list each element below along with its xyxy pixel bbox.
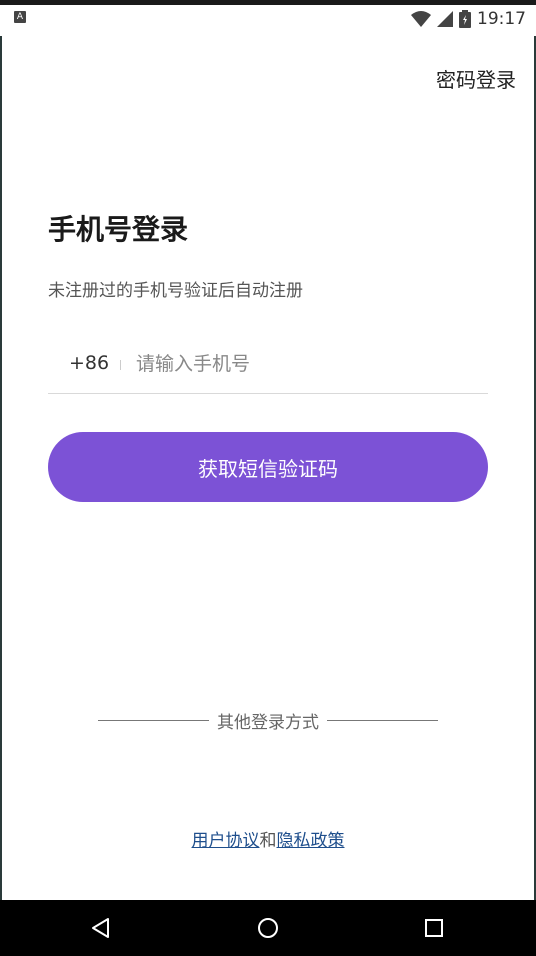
signal-icon [437, 11, 453, 27]
divider-line-right [327, 719, 438, 721]
phone-input[interactable] [136, 346, 476, 382]
recents-icon[interactable] [418, 912, 450, 944]
status-time: 19:17 [477, 9, 526, 29]
page-subtitle: 未注册过的手机号验证后自动注册 [48, 281, 303, 301]
status-bar: A 19:17 [0, 0, 536, 36]
other-login-divider: 其他登录方式 [98, 708, 438, 733]
other-login-label: 其他登录方式 [217, 712, 319, 733]
navigation-bar [0, 900, 536, 956]
input-divider [120, 360, 121, 370]
back-icon[interactable] [85, 912, 117, 944]
password-login-link[interactable]: 密码登录 [436, 64, 516, 93]
country-code-selector[interactable]: +86 [69, 352, 109, 374]
window-frame-left [0, 0, 2, 956]
phone-input-row: +86 [48, 336, 488, 394]
divider-line-left [98, 719, 209, 721]
privacy-policy-link[interactable]: 隐私政策 [277, 831, 345, 851]
notification-icon: A [14, 11, 26, 23]
user-agreement-link[interactable]: 用户协议 [192, 831, 260, 851]
get-sms-code-button[interactable]: 获取短信验证码 [48, 432, 488, 502]
agreement-conjunction: 和 [259, 831, 277, 851]
home-icon[interactable] [252, 912, 284, 944]
agreement-text: 用户协议和隐私政策 [0, 826, 536, 851]
battery-icon [459, 10, 471, 28]
page-title: 手机号登录 [48, 213, 189, 246]
status-icons: 19:17 [411, 8, 526, 30]
wifi-icon [411, 11, 431, 27]
